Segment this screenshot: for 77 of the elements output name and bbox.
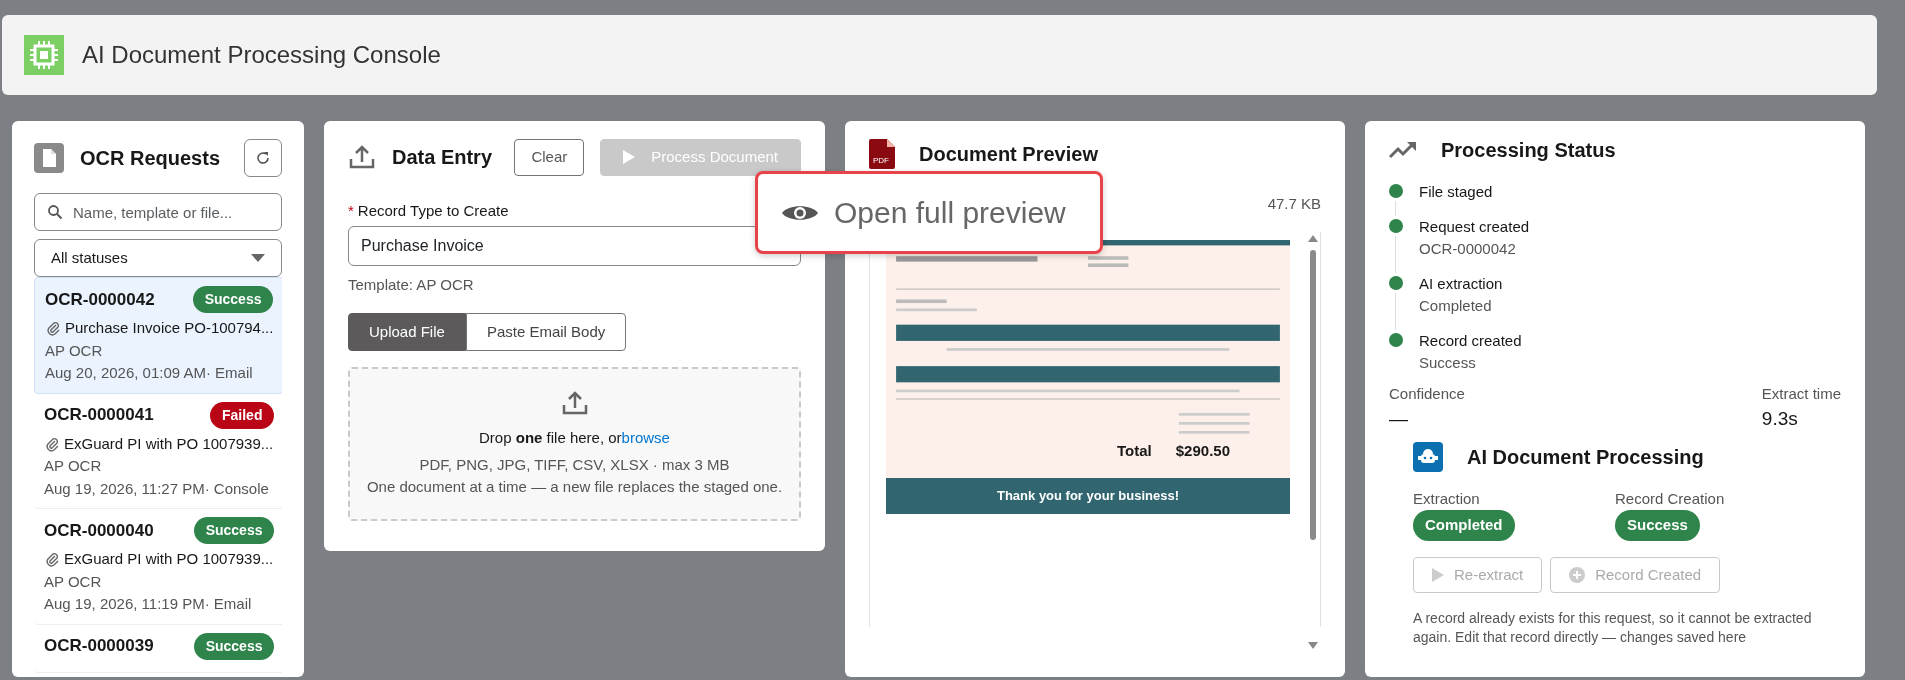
upload-note: One document at a time — a new file replaces the staged one. [365,477,784,497]
open-preview-tooltip[interactable]: Open full preview [755,171,1103,254]
trend-icon [1389,141,1417,159]
metric-value: — [1389,407,1409,431]
status-badge: Success [193,517,275,544]
play-icon [623,150,636,165]
status-badge: Success [1615,510,1700,541]
metric-label: Extract time [1761,383,1841,404]
step-detail: Completed [1419,296,1493,316]
total-label: Total [1117,440,1152,461]
request-list-item[interactable]: OCR-0000040 Success ExGuard PI with PO 1007939... AP OCR Aug 19, 2026, 11:19 PM· Email [34,509,282,625]
panel-title: OCR Requests [80,146,222,171]
required-marker: * [348,200,354,221]
paperclip-icon [45,320,61,337]
template-name: AP OCR [44,456,103,476]
status-badge: Success [193,632,275,660]
info-text: A record already exists for this request, so it cannot be extracted again. Edit that record directly — changes saved here [1413,609,1813,647]
step-label: File staged [1419,182,1493,202]
file-formats: PDF, PNG, JPG, TIFF, CSV, XLSX · max 3 MB [418,454,731,475]
refresh-icon [255,150,271,166]
refresh-button[interactable] [244,139,282,177]
request-id: OCR-0000040 [44,519,154,542]
page-title: AI Document Processing Console [82,40,441,70]
request-id: OCR-0000041 [44,404,154,427]
request-date: Aug 19, 2026, 11:19 PM· Email [44,594,253,614]
status-label: Record Creation [1615,488,1726,509]
request-list-item[interactable]: OCR-0000039 Success [34,624,282,673]
tab[interactable]: Paste Email Body [465,312,627,351]
play-icon [1432,567,1444,582]
request-list-item[interactable]: OCR-0000041 Failed ExGuard PI with PO 1007939... AP OCR Aug 19, 2026, 11:27 PM· Console [34,393,282,509]
paperclip-icon [44,551,60,568]
drop-instructions: Drop one file here, or [479,429,622,446]
clear-button[interactable]: Clear [514,139,585,176]
file-name: Purchase Invoice PO-100794... [65,318,274,338]
metric-value: 9.3s [1761,407,1799,431]
file-size: 47.7 KB [1267,194,1321,214]
add-icon [1569,566,1586,583]
invoice-footer: Thank you for your business! [886,478,1290,514]
request-date: Aug 20, 2026, 01:09 AM· Email [45,363,254,383]
section-title: AI Document Processing [1467,444,1704,470]
template-name: AP OCR [45,340,104,361]
request-id: OCR-0000042 [45,288,155,311]
status-badge: Completed [1413,510,1515,541]
total-amount: $290.50 [1175,440,1230,461]
browse-link[interactable]: browse [621,429,670,446]
upload-icon [560,389,589,417]
record-type-field[interactable]: Purchase Invoice [348,226,801,266]
request-date: Aug 19, 2026, 11:27 PM· Console [44,478,270,499]
step-detail: OCR-0000042 [1419,239,1517,259]
status-label: Extraction [1413,488,1481,509]
template-name: AP OCR [44,571,103,592]
panel-title: Data Entry [392,145,494,171]
file-name: ExGuard PI with PO 1007939... [64,549,274,569]
request-id: OCR-0000039 [44,635,154,658]
template-label: Template: AP OCR [348,275,475,295]
tab[interactable]: Upload File [348,312,466,351]
search-field[interactable]: Name, template or file... [34,193,282,231]
search-icon [47,204,63,220]
step-label: Request created [1419,216,1530,237]
robot-icon [1413,441,1443,472]
field-label: Record Type to Create [357,200,509,221]
request-list-item[interactable]: OCR-0000042 Success Purchase Invoice PO-100794... AP OCR Aug 20, 2026, 01:09 AM· Email [34,277,282,394]
document-icon [34,143,64,173]
chip-icon [24,35,64,75]
panel-title: Processing Status [1441,138,1616,163]
status-badge: Success [192,286,274,313]
status-dropdown[interactable]: All statuses [34,239,282,277]
panel-title: Document Preview [919,142,1098,167]
pdf-icon: PDF [869,139,895,169]
file-name: ExGuard PI with PO 1007939... [64,433,274,454]
step-label: Record created [1419,330,1522,351]
step-detail: Success [1419,353,1477,373]
paperclip-icon [44,435,60,452]
metric-label: Confidence [1389,383,1465,404]
caret-icon [251,254,265,262]
step-label: AI extraction [1419,273,1503,294]
status-badge: Failed [210,401,275,429]
